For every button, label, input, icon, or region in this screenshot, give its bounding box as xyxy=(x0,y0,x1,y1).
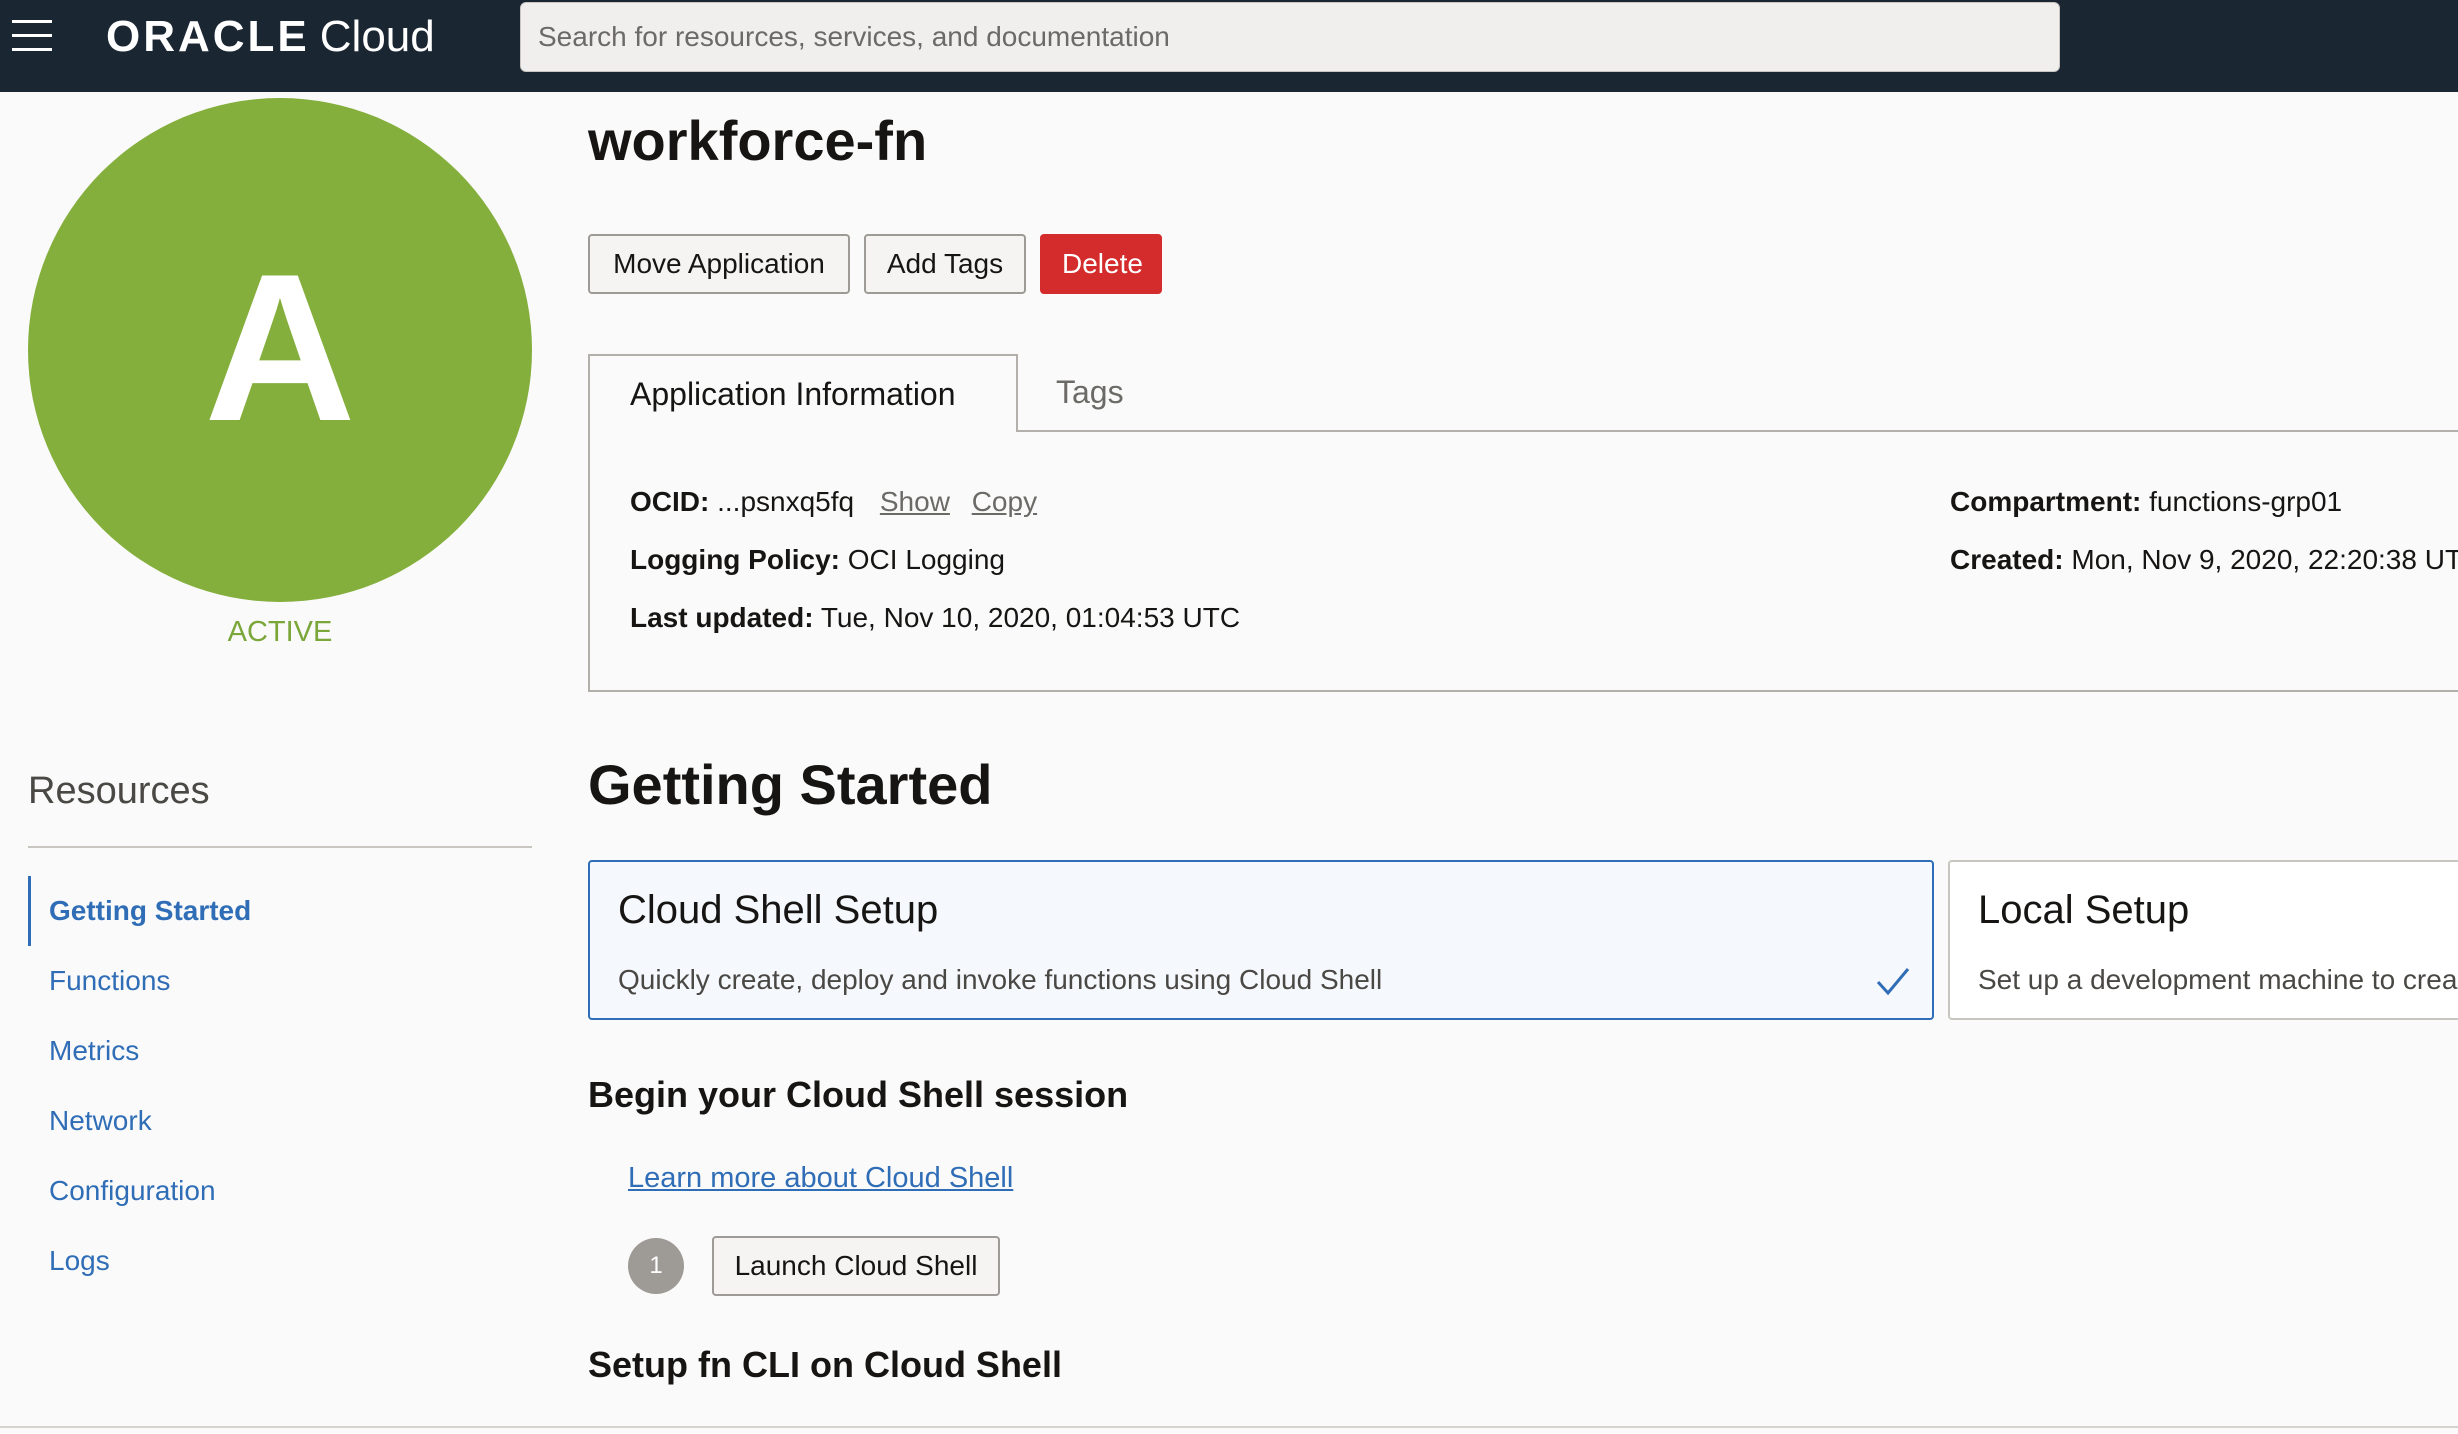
ocid-label: OCID: xyxy=(630,486,710,517)
resources-divider xyxy=(28,846,532,848)
resources-heading: Resources xyxy=(28,770,210,812)
getting-started-heading: Getting Started xyxy=(588,753,993,816)
compartment-row: Compartment: functions-grp01 xyxy=(1950,486,2342,518)
copy-ocid-link[interactable]: Copy xyxy=(972,486,1037,517)
ocid-row: OCID: ...psnxq5fq Show Copy xyxy=(630,486,1037,518)
cloud-shell-session-heading: Begin your Cloud Shell session xyxy=(588,1074,1129,1115)
sidebar-item-logs[interactable]: Logs xyxy=(28,1226,532,1296)
sidebar-item-network[interactable]: Network xyxy=(28,1086,532,1156)
show-ocid-link[interactable]: Show xyxy=(880,486,950,517)
hamburger-menu-icon[interactable] xyxy=(12,20,56,54)
oracle-cloud-logo[interactable]: ORACLE Cloud xyxy=(106,12,435,62)
top-navigation-bar: ORACLE Cloud xyxy=(0,0,2458,92)
check-icon xyxy=(1876,968,1910,996)
last-updated-row: Last updated: Tue, Nov 10, 2020, 01:04:5… xyxy=(630,602,1240,634)
last-updated-label: Last updated: xyxy=(630,602,814,633)
move-application-button[interactable]: Move Application xyxy=(588,234,850,294)
created-label: Created: xyxy=(1950,544,2064,575)
sidebar-item-configuration[interactable]: Configuration xyxy=(28,1156,532,1226)
cloud-shell-setup-description: Quickly create, deploy and invoke functi… xyxy=(618,964,1383,995)
local-setup-title: Local Setup xyxy=(1978,888,2190,932)
local-setup-description: Set up a development machine to crea xyxy=(1978,964,2458,995)
bottom-divider xyxy=(0,1426,2458,1428)
launch-cloud-shell-button[interactable]: Launch Cloud Shell xyxy=(712,1236,1000,1296)
resource-avatar: A xyxy=(28,98,532,602)
logging-policy-label: Logging Policy: xyxy=(630,544,840,575)
created-value: Mon, Nov 9, 2020, 22:20:38 UT xyxy=(2071,544,2458,575)
sidebar-item-getting-started[interactable]: Getting Started xyxy=(28,876,532,946)
status-label: ACTIVE xyxy=(227,616,333,648)
brand-cloud: Cloud xyxy=(319,12,435,61)
cloud-shell-setup-title: Cloud Shell Setup xyxy=(618,888,939,932)
logging-policy-row: Logging Policy: OCI Logging xyxy=(630,544,1005,576)
tab-tags[interactable]: Tags xyxy=(1056,354,1124,432)
step-number-badge: 1 xyxy=(628,1238,684,1294)
setup-fn-cli-heading: Setup fn CLI on Cloud Shell xyxy=(588,1344,1062,1385)
local-setup-card[interactable]: Local Setup Set up a development machine… xyxy=(1948,860,2458,1020)
learn-more-cloud-shell-link[interactable]: Learn more about Cloud Shell xyxy=(628,1162,1013,1195)
page-title: workforce-fn xyxy=(588,109,928,172)
avatar-letter: A xyxy=(204,230,356,465)
tab-application-information[interactable]: Application Information xyxy=(588,354,1018,432)
resources-nav: Getting Started Functions Metrics Networ… xyxy=(28,876,532,1296)
cloud-shell-setup-card[interactable]: Cloud Shell Setup Quickly create, deploy… xyxy=(588,860,1934,1020)
last-updated-value: Tue, Nov 10, 2020, 01:04:53 UTC xyxy=(820,602,1241,633)
sidebar-item-metrics[interactable]: Metrics xyxy=(28,1016,532,1086)
search-input[interactable] xyxy=(520,2,2060,72)
created-row: Created: Mon, Nov 9, 2020, 22:20:38 UT xyxy=(1950,544,2458,576)
delete-button[interactable]: Delete xyxy=(1040,234,1162,294)
add-tags-button[interactable]: Add Tags xyxy=(864,234,1026,294)
brand-oracle: ORACLE xyxy=(106,12,310,61)
compartment-label: Compartment: xyxy=(1950,486,2142,517)
sidebar-item-functions[interactable]: Functions xyxy=(28,946,532,1016)
ocid-value: ...psnxq5fq xyxy=(717,486,855,517)
logging-policy-value: OCI Logging xyxy=(847,544,1005,575)
application-info-panel: OCID: ...psnxq5fq Show Copy Logging Poli… xyxy=(588,430,2458,692)
compartment-value: functions-grp01 xyxy=(2149,486,2343,517)
